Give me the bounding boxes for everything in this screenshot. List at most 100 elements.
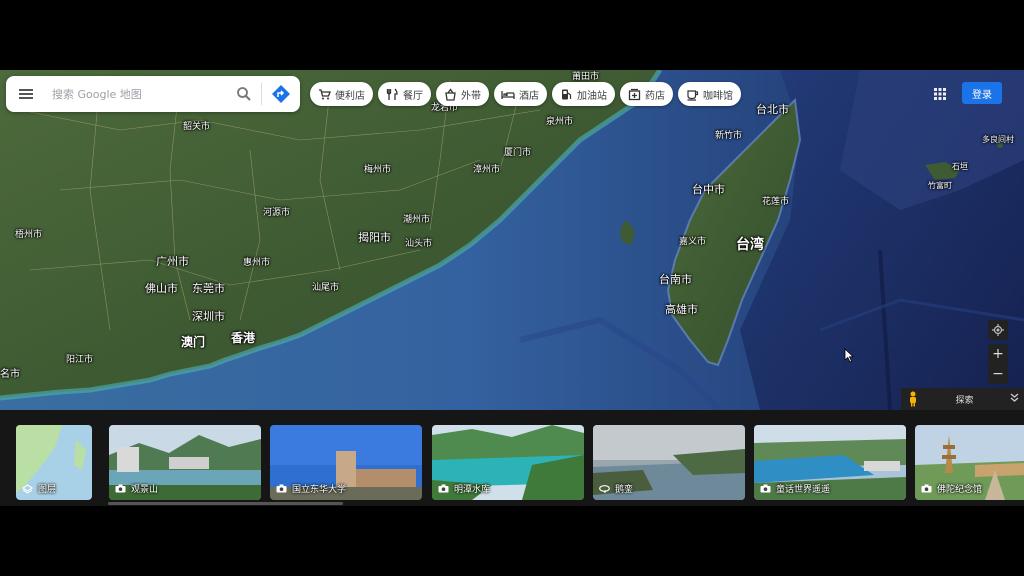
zoom-out-button[interactable]: − [988, 364, 1008, 384]
map-label-putian: 莆田市 [572, 72, 600, 82]
map-label-zhangzhou: 漳州市 [473, 165, 501, 175]
map-label-quanzhou: 泉州市 [546, 117, 574, 127]
map-label-hongkong: 香港 [231, 331, 256, 345]
screen: 莆田市 龙岩市 泉州市 韶关市 厦门市 漳州市 梅州市 河源市 潮州市 揭阳市 … [0, 0, 1024, 576]
card-label: 国立东华大学 [292, 485, 347, 495]
place-card-3[interactable]: 明潭水库 [432, 425, 584, 500]
camera-icon [438, 484, 449, 493]
card-caption: 明潭水库 [438, 482, 490, 495]
card-label: 明潭水库 [454, 485, 491, 495]
takeout-icon [443, 87, 457, 101]
card-caption: 童话世界遥遥 [760, 482, 830, 495]
login-button[interactable]: 登录 [962, 82, 1002, 104]
pegman-icon [910, 391, 916, 407]
map-terrain [0, 70, 1024, 410]
layers-label: 图层 [38, 485, 57, 495]
coffee-cup-icon [685, 87, 699, 101]
layers-button[interactable]: 图层 [16, 425, 92, 500]
category-chips: 便利店 餐厅 外带 酒店 加油站 药店 咖啡馆 [310, 82, 741, 106]
minus-icon: − [992, 366, 1004, 382]
map-label-hualien: 花莲市 [762, 197, 790, 207]
map-label-shenzhen: 深圳市 [192, 310, 225, 323]
my-location-button[interactable] [988, 320, 1008, 340]
chip-label: 酒店 [519, 90, 539, 102]
place-card-6[interactable]: 佛陀纪念馆 [915, 425, 1024, 500]
chip-label: 咖啡馆 [703, 90, 733, 102]
map-label-taramashi: 多良间村 [982, 135, 1014, 144]
plus-icon: + [992, 346, 1004, 362]
zoom-in-button[interactable]: + [988, 344, 1008, 364]
map-label-tainan: 台南市 [659, 273, 692, 286]
card-caption: 国立东华大学 [276, 482, 346, 495]
chip-convenience-store[interactable]: 便利店 [310, 82, 373, 106]
map-label-guangzhou: 广州市 [156, 255, 189, 268]
camera-icon [760, 484, 771, 493]
camera-icon [921, 484, 932, 493]
card-label: 鹅銮 [615, 485, 634, 495]
chip-label: 外带 [461, 90, 481, 102]
menu-button[interactable] [6, 76, 46, 112]
pegman-button[interactable] [901, 388, 925, 410]
card-caption: 观景山 [115, 482, 158, 495]
chip-pharmacy[interactable]: 药店 [620, 82, 673, 106]
restaurant-icon [385, 87, 399, 101]
chip-cafe[interactable]: 咖啡馆 [678, 82, 741, 106]
map-label-kaohsiung: 高雄市 [665, 303, 698, 316]
map-label-hsinchu: 新竹市 [715, 131, 743, 141]
chip-label: 便利店 [335, 90, 365, 102]
map-label-taipei: 台北市 [756, 103, 789, 116]
layers-caption: 图层 [22, 482, 56, 495]
expand-explore-button[interactable] [1004, 393, 1024, 405]
card-label: 佛陀纪念馆 [937, 485, 983, 495]
chip-restaurant[interactable]: 餐厅 [378, 82, 431, 106]
map-label-ishigaki: 石垣 [952, 162, 968, 171]
double-chevron-icon [1010, 393, 1018, 402]
chip-label: 餐厅 [403, 90, 423, 102]
card-label: 童话世界遥遥 [776, 485, 831, 495]
explore-label[interactable]: 探索 [925, 393, 1004, 406]
search-icon [237, 87, 251, 101]
camera-icon [115, 484, 126, 493]
place-card-1[interactable]: 观景山 [109, 425, 261, 500]
directions-icon [272, 85, 290, 103]
google-apps-button[interactable] [929, 83, 951, 105]
gas-station-icon [559, 87, 573, 101]
card-label: 观景山 [131, 485, 159, 495]
map-label-shanwei: 汕尾市 [312, 283, 340, 293]
my-location-icon [992, 324, 1004, 336]
explore-strip: 图层 观景山 国立东华大学 明潭水库 鹅銮 童话世界遥遥 佛陀纪念馆 [0, 410, 1024, 506]
pharmacy-icon [627, 87, 641, 101]
place-card-4[interactable]: 鹅銮 [593, 425, 745, 500]
place-card-5[interactable]: 童话世界遥遥 [754, 425, 906, 500]
mouse-cursor-icon [844, 348, 854, 367]
hotel-bed-icon [501, 87, 515, 101]
map-label-heyuan: 河源市 [263, 208, 291, 218]
search-button[interactable] [227, 76, 261, 112]
map-label-taichung: 台中市 [692, 183, 725, 196]
card-caption: 佛陀纪念馆 [921, 482, 982, 495]
strip-scrollbar[interactable] [108, 502, 343, 505]
map-label-shaoguan: 韶关市 [183, 122, 211, 132]
map-label-wuzhou: 梧州市 [15, 230, 43, 240]
satellite-map[interactable]: 莆田市 龙岩市 泉州市 韶关市 厦门市 漳州市 梅州市 河源市 潮州市 揭阳市 … [0, 70, 1024, 410]
map-label-chiayi: 嘉义市 [679, 237, 707, 247]
chip-gas-station[interactable]: 加油站 [552, 82, 615, 106]
chip-hotel[interactable]: 酒店 [494, 82, 547, 106]
hamburger-menu-icon [19, 93, 33, 95]
map-label-huizhou: 惠州市 [243, 258, 271, 268]
chip-takeout[interactable]: 外带 [436, 82, 489, 106]
search-input[interactable] [46, 79, 227, 109]
explore-bar: 探索 [901, 388, 1024, 410]
chip-label: 药店 [645, 90, 665, 102]
map-label-meizhou: 梅州市 [364, 165, 392, 175]
map-label-mingshi: 名市 [0, 369, 20, 380]
card-caption: 鹅銮 [599, 482, 633, 495]
map-label-dongguan: 东莞市 [192, 282, 225, 295]
map-label-foshan: 佛山市 [145, 282, 178, 295]
camera-icon [276, 484, 287, 493]
directions-button[interactable] [262, 76, 300, 112]
place-card-2[interactable]: 国立东华大学 [270, 425, 422, 500]
layers-icon [22, 484, 33, 494]
map-label-taketomi: 竹富町 [928, 181, 952, 190]
map-label-yangjiang: 阳江市 [66, 355, 94, 365]
